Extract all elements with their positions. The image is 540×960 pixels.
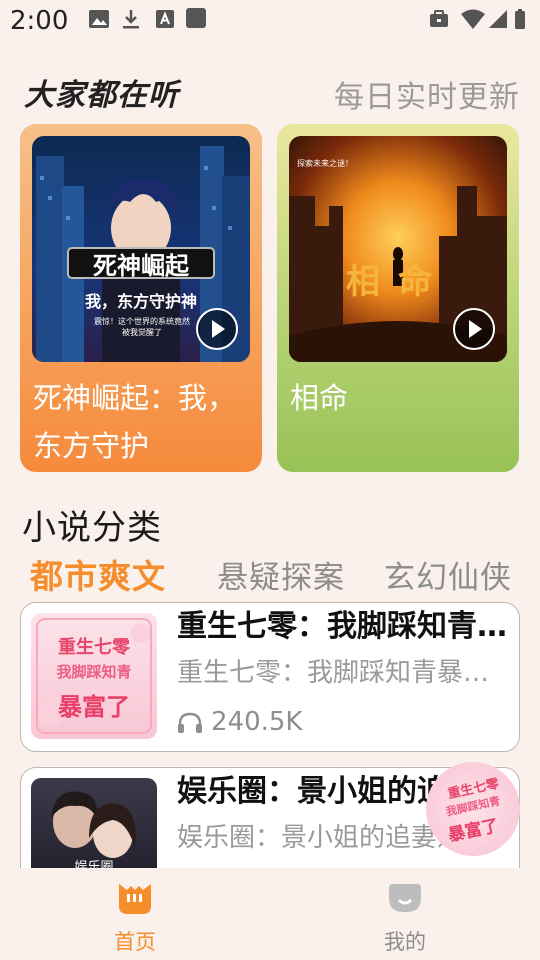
section-subtitle-daily-update: 每日实时更新 xyxy=(334,80,520,115)
wifi-icon xyxy=(461,9,485,29)
section-title-categories: 小说分类 xyxy=(22,508,162,548)
list-item[interactable]: 重生七零 我脚踩知青 暴富了 重生七零：我脚踩知青暴富了 重生七零：我脚踩知青暴… xyxy=(20,602,520,752)
tab-fantasy[interactable]: 玄幻仙侠 xyxy=(384,552,512,597)
thumb-text-1: 重生七零 xyxy=(58,637,130,658)
book-title: 重生七零：我脚踩知青暴富了 xyxy=(177,609,512,644)
tab-mystery[interactable]: 悬疑探案 xyxy=(217,552,345,597)
cover-title-2: 相命 xyxy=(346,262,450,302)
status-time: 2:00 xyxy=(10,6,69,36)
app-notification-icon xyxy=(186,8,206,28)
cover-image-1: 死神崛起 我，东方守护神 震惊！这个世界的系统竟然 被我觉醒了 xyxy=(32,136,250,362)
download-icon xyxy=(123,10,139,29)
thumb-text-3: 暴富了 xyxy=(58,693,130,721)
font-a-icon xyxy=(156,10,174,28)
image-icon xyxy=(89,10,109,28)
play-button-1[interactable] xyxy=(196,308,238,350)
status-bar: 2:00 xyxy=(0,0,540,44)
bottom-navigation: 首页 我的 xyxy=(0,868,540,960)
card-title-1: 死神崛起：我，东方守护 xyxy=(33,381,237,463)
floating-promo-badge[interactable]: 重生七零 我脚踩知青 暴富了 xyxy=(426,762,520,856)
tab-urban[interactable]: 都市爽文 xyxy=(30,550,166,598)
thumb-text-2: 我脚踩知青 xyxy=(56,663,132,681)
section-title-hot: 大家都在听 xyxy=(24,78,179,113)
hot-card-2[interactable]: 相命 探索未来之谜！ 相命 xyxy=(277,124,519,472)
play-button-2[interactable] xyxy=(453,308,495,350)
nav-home[interactable]: 首页 xyxy=(75,868,195,960)
book-description: 重生七零：我脚踩知青暴富了 xyxy=(177,658,512,688)
cover-title-1: 死神崛起 xyxy=(93,252,189,280)
play-count-value: 240.5K xyxy=(211,707,303,737)
headphones-icon xyxy=(178,712,202,733)
nav-label-profile: 我的 xyxy=(384,930,426,954)
cover-note-1: 震惊！这个世界的系统竟然 被我觉醒了 xyxy=(94,317,190,337)
profile-icon xyxy=(389,884,421,912)
book-thumbnail: 重生七零 我脚踩知青 暴富了 xyxy=(31,613,157,739)
nav-label-home: 首页 xyxy=(114,930,156,954)
home-cat-icon xyxy=(119,884,151,914)
signal-icon xyxy=(489,10,507,28)
cover-image-2: 相命 探索未来之谜！ xyxy=(289,136,507,362)
briefcase-icon xyxy=(430,10,448,27)
hot-card-1[interactable]: 死神崛起 我，东方守护神 震惊！这个世界的系统竟然 被我觉醒了 死神崛起：我，东… xyxy=(20,124,262,472)
battery-icon xyxy=(515,9,525,29)
category-tabs: 都市爽文 悬疑探案 玄幻仙侠 xyxy=(0,552,540,602)
cover-note-2: 探索未来之谜！ xyxy=(297,159,353,168)
nav-profile[interactable]: 我的 xyxy=(345,868,465,960)
play-count: 240.5K xyxy=(177,707,302,737)
card-title-2: 相命 xyxy=(290,381,349,415)
